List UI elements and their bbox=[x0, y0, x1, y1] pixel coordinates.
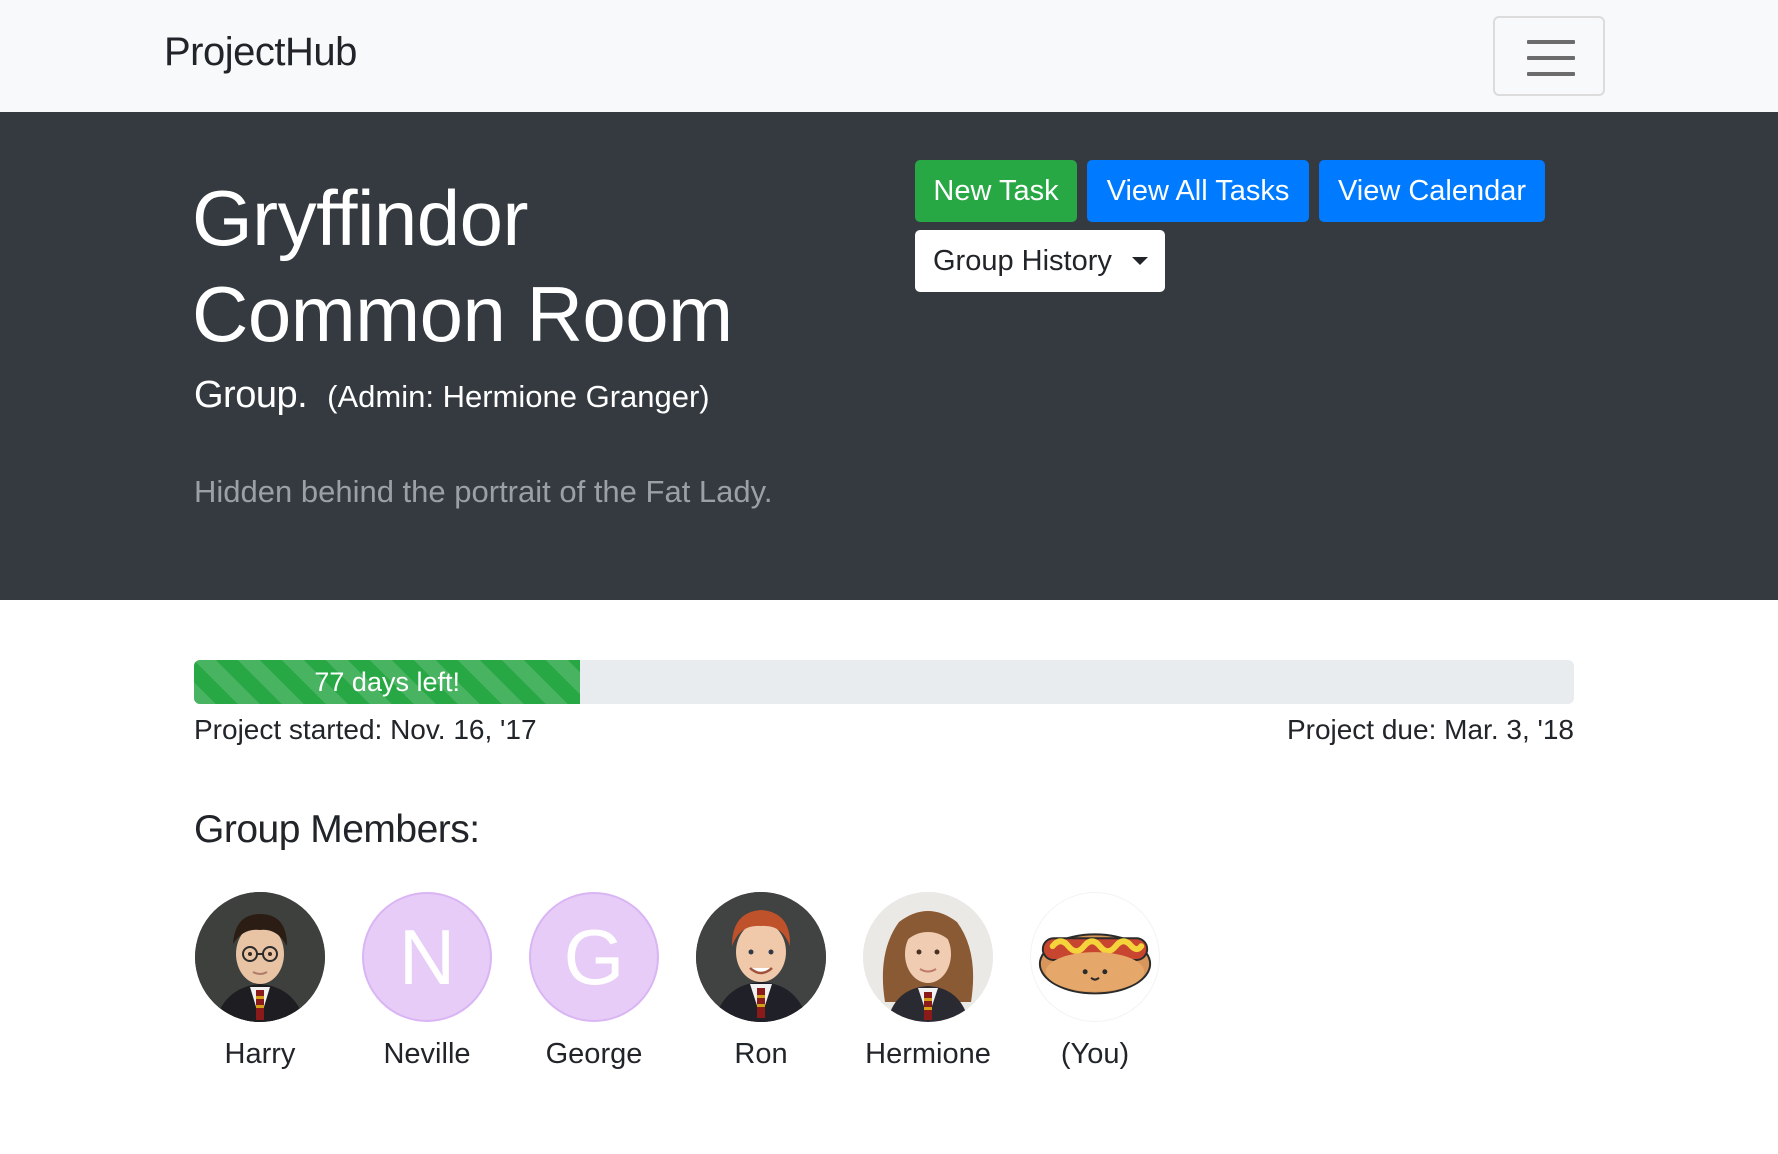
project-dates: Project started: Nov. 16, '17 Project du… bbox=[194, 714, 1574, 746]
member-name: George bbox=[545, 1038, 643, 1070]
progress-fill: 77 days left! bbox=[194, 660, 581, 704]
group-label: Group. bbox=[194, 374, 308, 416]
project-start-date: Project started: Nov. 16, '17 bbox=[194, 714, 537, 745]
admin-label: (Admin: Hermione Granger) bbox=[327, 379, 710, 414]
group-history-dropdown[interactable]: Group History bbox=[915, 230, 1165, 292]
ron-photo bbox=[696, 892, 826, 1022]
member-name: Neville bbox=[383, 1038, 471, 1070]
member-name: Hermione bbox=[865, 1038, 991, 1070]
brand-logo[interactable]: ProjectHub bbox=[164, 30, 357, 75]
hamburger-icon-bar bbox=[1527, 56, 1575, 60]
harry-photo bbox=[195, 892, 325, 1022]
harry-avatar[interactable] bbox=[195, 892, 325, 1022]
group-header: Gryffindor Common Room Group. (Admin: He… bbox=[0, 112, 1778, 600]
member-you[interactable]: (You) bbox=[1029, 892, 1161, 1071]
hamburger-icon bbox=[1527, 40, 1575, 44]
caret-down-icon bbox=[1131, 257, 1148, 265]
hermione-avatar[interactable] bbox=[863, 892, 993, 1022]
members-heading: Group Members: bbox=[194, 808, 480, 851]
member-george[interactable]: G George bbox=[528, 892, 660, 1071]
navbar: ProjectHub bbox=[0, 0, 1778, 112]
project-due-date: Project due: Mar. 3, '18 bbox=[1286, 714, 1574, 745]
view-all-tasks-button[interactable]: View All Tasks bbox=[1087, 160, 1309, 222]
view-calendar-button[interactable]: View Calendar bbox=[1319, 160, 1545, 222]
neville-avatar[interactable]: N bbox=[362, 892, 492, 1022]
hamburger-icon-bar bbox=[1527, 72, 1575, 76]
group-history-label: Group History bbox=[933, 244, 1112, 277]
member-ron[interactable]: Ron bbox=[695, 892, 827, 1071]
member-hermione[interactable]: Hermione bbox=[862, 892, 994, 1071]
ron-avatar[interactable] bbox=[696, 892, 826, 1022]
group-description: Hidden behind the portrait of the Fat La… bbox=[194, 474, 773, 509]
days-left-label: 77 days left! bbox=[314, 666, 460, 697]
hermione-photo bbox=[863, 892, 993, 1022]
member-name: Ron bbox=[734, 1038, 788, 1070]
project-progress-bar: 77 days left! bbox=[194, 660, 1574, 704]
hotdog-icon bbox=[1038, 933, 1152, 995]
you-avatar[interactable] bbox=[1030, 892, 1160, 1022]
member-name: (You) bbox=[1060, 1038, 1130, 1070]
group-subtitle: Group. (Admin: Hermione Granger) bbox=[194, 374, 710, 417]
new-task-button[interactable]: New Task bbox=[915, 160, 1077, 222]
member-harry[interactable]: Harry bbox=[194, 892, 326, 1071]
george-avatar[interactable]: G bbox=[529, 892, 659, 1022]
member-neville[interactable]: N Neville bbox=[361, 892, 493, 1071]
member-name: Harry bbox=[224, 1038, 296, 1070]
menu-toggle-button[interactable] bbox=[1493, 16, 1605, 96]
group-title: Gryffindor Common Room bbox=[192, 174, 733, 358]
